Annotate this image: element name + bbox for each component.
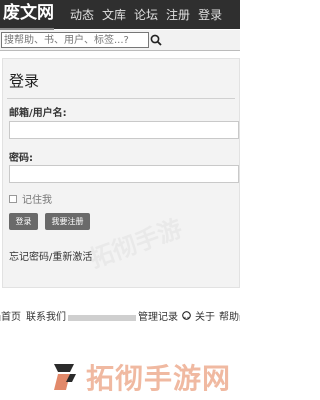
faint-watermark: 拓彻手游 xyxy=(85,214,186,274)
remember-label: 记住我 xyxy=(22,195,52,206)
footer-right: 管理记录 关于 帮助 xyxy=(136,308,239,323)
title-divider xyxy=(7,98,235,99)
nav-item-forum[interactable]: 论坛 xyxy=(134,6,158,23)
watermark-logo-icon xyxy=(54,364,76,390)
login-title: 登录 xyxy=(9,72,40,90)
search-input[interactable] xyxy=(1,32,149,48)
remember-checkbox[interactable] xyxy=(9,194,17,203)
remember-me[interactable]: 记住我 xyxy=(9,191,52,206)
search-icon[interactable] xyxy=(149,32,163,48)
register-button[interactable]: 我要注册 xyxy=(45,213,90,230)
nav-item-library[interactable]: 文库 xyxy=(102,6,126,23)
top-bar: 废文网 动态 文库 论坛 注册 登录 xyxy=(0,0,240,30)
email-field[interactable] xyxy=(9,121,239,139)
watermark: 拓彻手游网 xyxy=(50,357,231,397)
login-button[interactable]: 登录 xyxy=(9,213,38,230)
footer-home-link[interactable]: 首页 xyxy=(1,308,21,323)
main-nav: 动态 文库 论坛 注册 登录 xyxy=(70,6,230,23)
nav-item-register[interactable]: 注册 xyxy=(166,6,190,23)
footer-left: 首页 联系我们 xyxy=(1,308,68,323)
footer-admin-log-link[interactable]: 管理记录 xyxy=(138,308,178,323)
footer-contact-link[interactable]: 联系我们 xyxy=(26,308,66,323)
nav-item-login[interactable]: 登录 xyxy=(198,6,222,23)
search-bar xyxy=(0,30,240,51)
site-logo[interactable]: 废文网 xyxy=(0,0,54,30)
footer-about-link[interactable]: 关于 xyxy=(195,308,215,323)
watermark-text: 拓彻手游网 xyxy=(86,362,232,395)
password-field[interactable] xyxy=(9,165,239,183)
email-label: 邮箱/用户名: xyxy=(9,108,67,119)
footer-help-link[interactable]: 帮助 xyxy=(219,308,239,323)
forgot-password-link[interactable]: 忘记密码/重新激活 xyxy=(9,248,92,263)
nav-item-feed[interactable]: 动态 xyxy=(70,6,94,23)
password-label: 密码: xyxy=(9,153,33,164)
github-icon[interactable] xyxy=(182,311,191,320)
login-panel: 拓彻手游 登录 邮箱/用户名: 密码: 记住我 登录 我要注册 忘记密码/重新激… xyxy=(2,58,240,288)
